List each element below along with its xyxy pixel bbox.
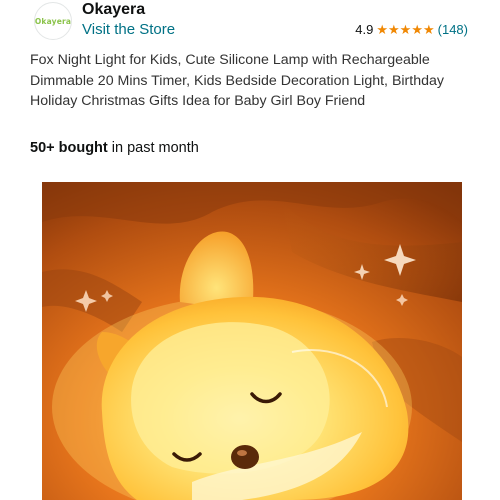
store-name: Okayera bbox=[82, 1, 146, 18]
star-icon: ★ bbox=[376, 22, 389, 37]
product-image[interactable] bbox=[42, 182, 462, 500]
bought-suffix: in past month bbox=[107, 140, 199, 156]
star-icon: ★ bbox=[411, 22, 423, 37]
star-icon: ★ bbox=[399, 22, 412, 37]
star-icon: ★ bbox=[422, 22, 435, 37]
rating-value: 4.9 bbox=[355, 22, 374, 37]
bought-in-past-month: 50+ bought in past month bbox=[30, 140, 199, 156]
store-logo[interactable]: Okayera bbox=[34, 2, 72, 40]
visit-store-link[interactable]: Visit the Store bbox=[82, 21, 175, 38]
star-icon: ★ bbox=[388, 22, 400, 37]
product-title: Fox Night Light for Kids, Cute Silicone … bbox=[30, 52, 444, 109]
rating[interactable]: 4.9 ★ ★ ★ ★ ★ (148) bbox=[355, 22, 468, 37]
store-logo-text: Okayera bbox=[34, 16, 72, 26]
bought-count: 50+ bought bbox=[30, 140, 108, 156]
star-rating[interactable]: ★ ★ ★ ★ ★ bbox=[376, 23, 434, 36]
rating-count-link[interactable]: (148) bbox=[438, 22, 468, 37]
fox-night-light-photo bbox=[42, 182, 462, 500]
store-header: Okayera Okayera Visit the Store 4.9 ★ ★ … bbox=[30, 0, 470, 46]
